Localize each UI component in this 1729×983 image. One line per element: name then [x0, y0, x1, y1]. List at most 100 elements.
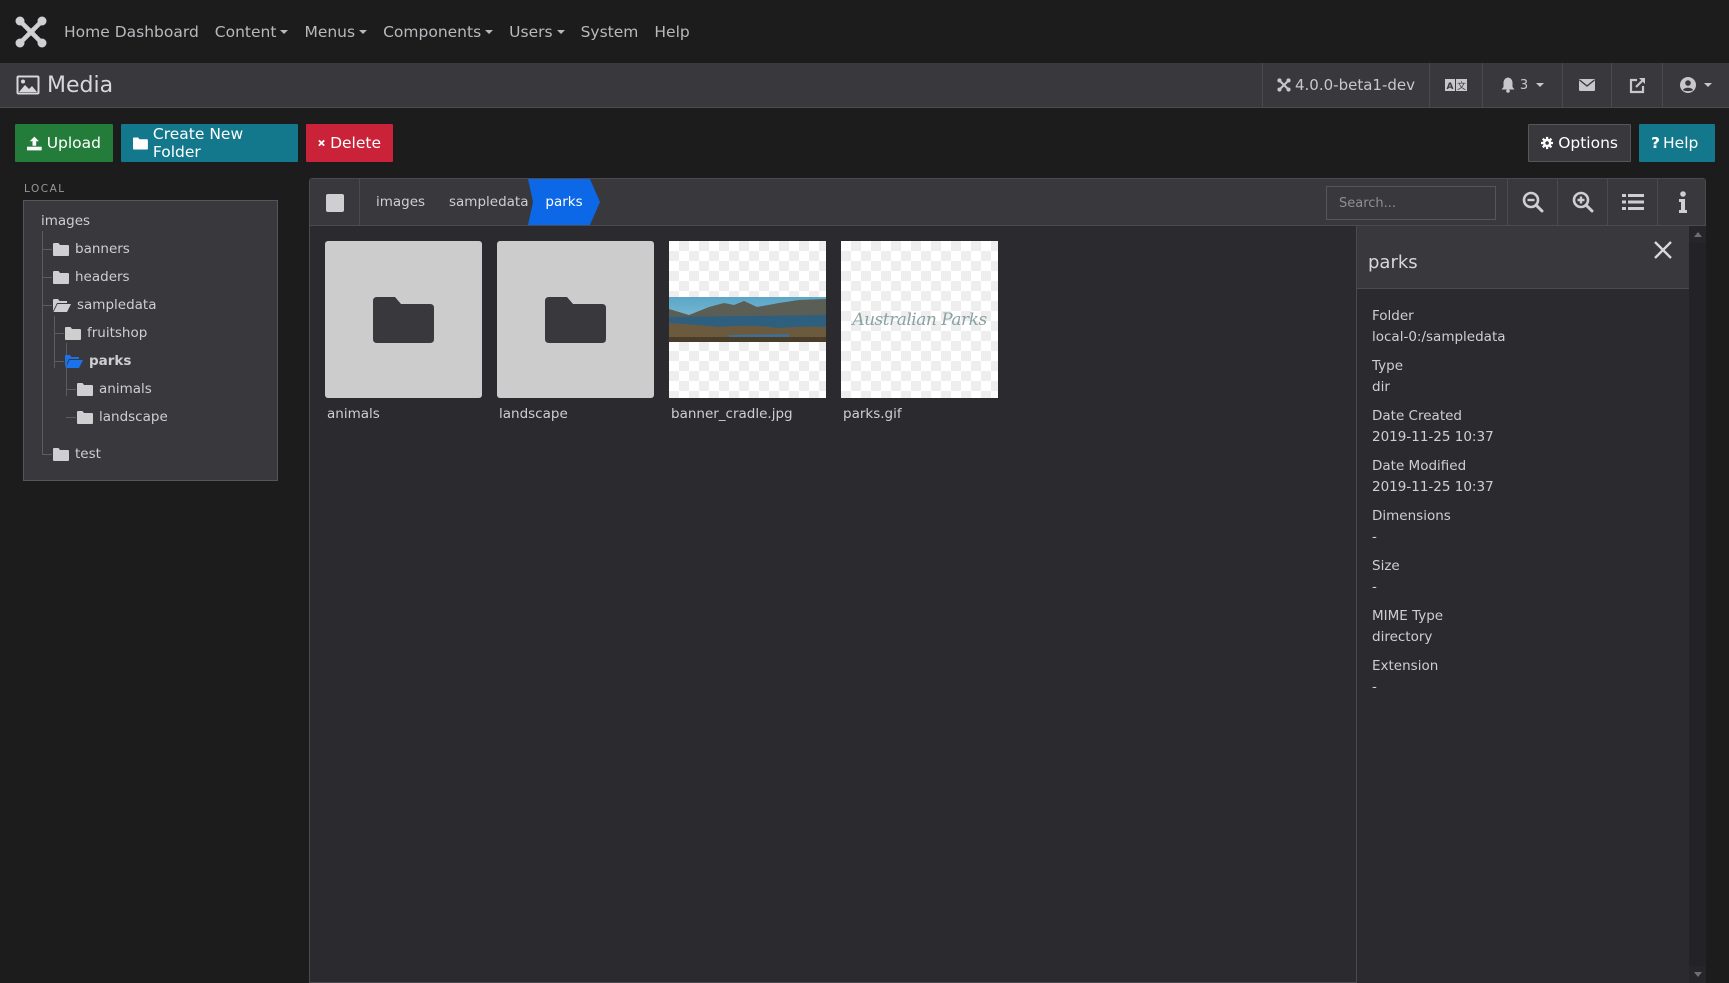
- media-item-image[interactable]: banner_cradle.jpg: [669, 241, 826, 422]
- tree-item-banners[interactable]: banners: [53, 241, 130, 257]
- zoom-out-button[interactable]: [1507, 179, 1557, 225]
- multilingual-status-button[interactable]: A 文: [1429, 63, 1482, 107]
- nav-users[interactable]: Users: [509, 23, 565, 41]
- info-value: -: [1372, 679, 1377, 695]
- nav-menus[interactable]: Menus: [304, 22, 368, 41]
- options-label: Options: [1558, 134, 1618, 152]
- joomla-logo-icon[interactable]: [14, 15, 48, 49]
- local-section-label: LOCAL: [24, 183, 66, 195]
- nav-content[interactable]: Content: [215, 23, 289, 41]
- info-value: -: [1372, 579, 1377, 595]
- tree-item-label: headers: [75, 269, 130, 285]
- tree-guide: [66, 417, 76, 418]
- nav-components[interactable]: Components: [383, 22, 494, 41]
- info-icon: [1678, 191, 1687, 213]
- scroll-down-arrow-icon[interactable]: [1689, 966, 1706, 983]
- upload-button[interactable]: Upload: [15, 124, 113, 162]
- nav-help[interactable]: Help: [654, 23, 689, 41]
- messages-button[interactable]: [1562, 63, 1611, 107]
- nav-label: Menus: [304, 22, 356, 41]
- media-item-folder[interactable]: landscape: [497, 241, 654, 422]
- tree-guide: [42, 277, 52, 278]
- user-menu-button[interactable]: [1662, 63, 1729, 107]
- folder-thumbnail: [325, 241, 482, 398]
- tree-guide: [42, 249, 52, 250]
- breadcrumb-parks[interactable]: parks: [528, 179, 600, 225]
- tree-item-label: sampledata: [77, 297, 157, 313]
- tree-item-label: images: [41, 213, 91, 229]
- create-new-folder-button[interactable]: Create New Folder: [121, 124, 298, 162]
- header-bar: Media 4.0.0-beta1-dev A 文 3: [0, 63, 1729, 108]
- svg-text:文: 文: [1457, 80, 1466, 91]
- browser-toolbar: images sampledata parks: [310, 179, 1705, 226]
- info-key: Dimensions: [1372, 508, 1451, 524]
- caret-down-icon: [556, 29, 565, 34]
- tree-item-parks[interactable]: parks: [65, 353, 131, 369]
- nav-system[interactable]: System: [581, 23, 639, 41]
- media-item-name: landscape: [499, 406, 568, 422]
- notifications-button[interactable]: 3: [1482, 63, 1562, 107]
- tree-guide: [54, 333, 64, 334]
- breadcrumb-sampledata[interactable]: sampledata: [449, 179, 529, 225]
- image-thumbnail: [669, 241, 826, 398]
- media-item-folder[interactable]: animals: [325, 241, 482, 422]
- close-icon[interactable]: [1651, 238, 1675, 262]
- folder-icon: [133, 136, 148, 150]
- info-key: Type: [1372, 358, 1404, 374]
- help-button[interactable]: ? Help: [1639, 124, 1715, 162]
- external-link-icon: [1629, 77, 1645, 93]
- tree-item-headers[interactable]: headers: [53, 269, 130, 285]
- info-key: Date Created: [1372, 408, 1462, 424]
- vertical-scrollbar[interactable]: [1689, 226, 1706, 983]
- upload-label: Upload: [46, 134, 101, 152]
- nav-label: Components: [383, 22, 482, 41]
- zoom-in-button[interactable]: [1557, 179, 1607, 225]
- media-item-image[interactable]: Australian Parks parks.gif: [841, 241, 998, 422]
- caret-down-icon: [1704, 83, 1712, 87]
- tree-item-sampledata[interactable]: sampledata: [53, 297, 157, 313]
- help-label: Help: [1663, 134, 1699, 152]
- search-input[interactable]: [1326, 186, 1496, 220]
- info-key: Size: [1372, 558, 1400, 574]
- tree-item-test[interactable]: test: [53, 446, 101, 462]
- info-value: 2019-11-25 10:37: [1372, 479, 1494, 495]
- tree-item-animals[interactable]: animals: [77, 381, 152, 397]
- select-all-checkbox[interactable]: [326, 194, 344, 212]
- info-key: Folder: [1372, 308, 1414, 324]
- folder-tree: images banners headers sampledata fruits…: [23, 200, 278, 481]
- version-text: 4.0.0-beta1-dev: [1295, 76, 1415, 94]
- folder-open-icon: [53, 298, 71, 312]
- delete-label: Delete: [330, 134, 381, 152]
- tree-item-images[interactable]: images: [41, 213, 90, 229]
- breadcrumb-images[interactable]: images: [376, 179, 425, 225]
- breadcrumb-label: parks: [545, 194, 583, 210]
- caret-down-icon: [1536, 83, 1545, 87]
- svg-text:A: A: [1447, 82, 1454, 91]
- info-value: directory: [1372, 629, 1433, 645]
- breadcrumb-label: images: [376, 194, 426, 210]
- nav-home-dashboard[interactable]: Home Dashboard: [64, 23, 199, 41]
- info-key: Date Modified: [1372, 458, 1467, 474]
- list-view-button[interactable]: [1607, 179, 1657, 225]
- tree-item-label: banners: [75, 241, 130, 257]
- preview-site-button[interactable]: [1611, 63, 1662, 107]
- image-thumbnail: Australian Parks: [841, 241, 998, 398]
- tree-item-label: animals: [99, 381, 152, 397]
- image-icon: [16, 75, 40, 95]
- scroll-up-arrow-icon[interactable]: [1689, 226, 1706, 243]
- delete-button[interactable]: Delete: [306, 124, 393, 162]
- info-value: -: [1372, 529, 1377, 545]
- info-toggle-button[interactable]: [1657, 179, 1707, 225]
- folder-icon: [53, 447, 69, 461]
- version-link[interactable]: 4.0.0-beta1-dev: [1262, 63, 1429, 107]
- options-button[interactable]: Options: [1528, 124, 1631, 162]
- folder-icon: [53, 242, 69, 256]
- tree-item-landscape[interactable]: landscape: [77, 409, 168, 425]
- page-title: Media: [16, 73, 113, 98]
- tree-item-fruitshop[interactable]: fruitshop: [65, 325, 147, 341]
- upload-icon: [27, 136, 42, 150]
- media-item-name: animals: [327, 406, 380, 422]
- parks-gif-text: Australian Parks: [852, 309, 987, 330]
- info-value: 2019-11-25 10:37: [1372, 429, 1494, 445]
- breadcrumb-label: sampledata: [449, 194, 529, 210]
